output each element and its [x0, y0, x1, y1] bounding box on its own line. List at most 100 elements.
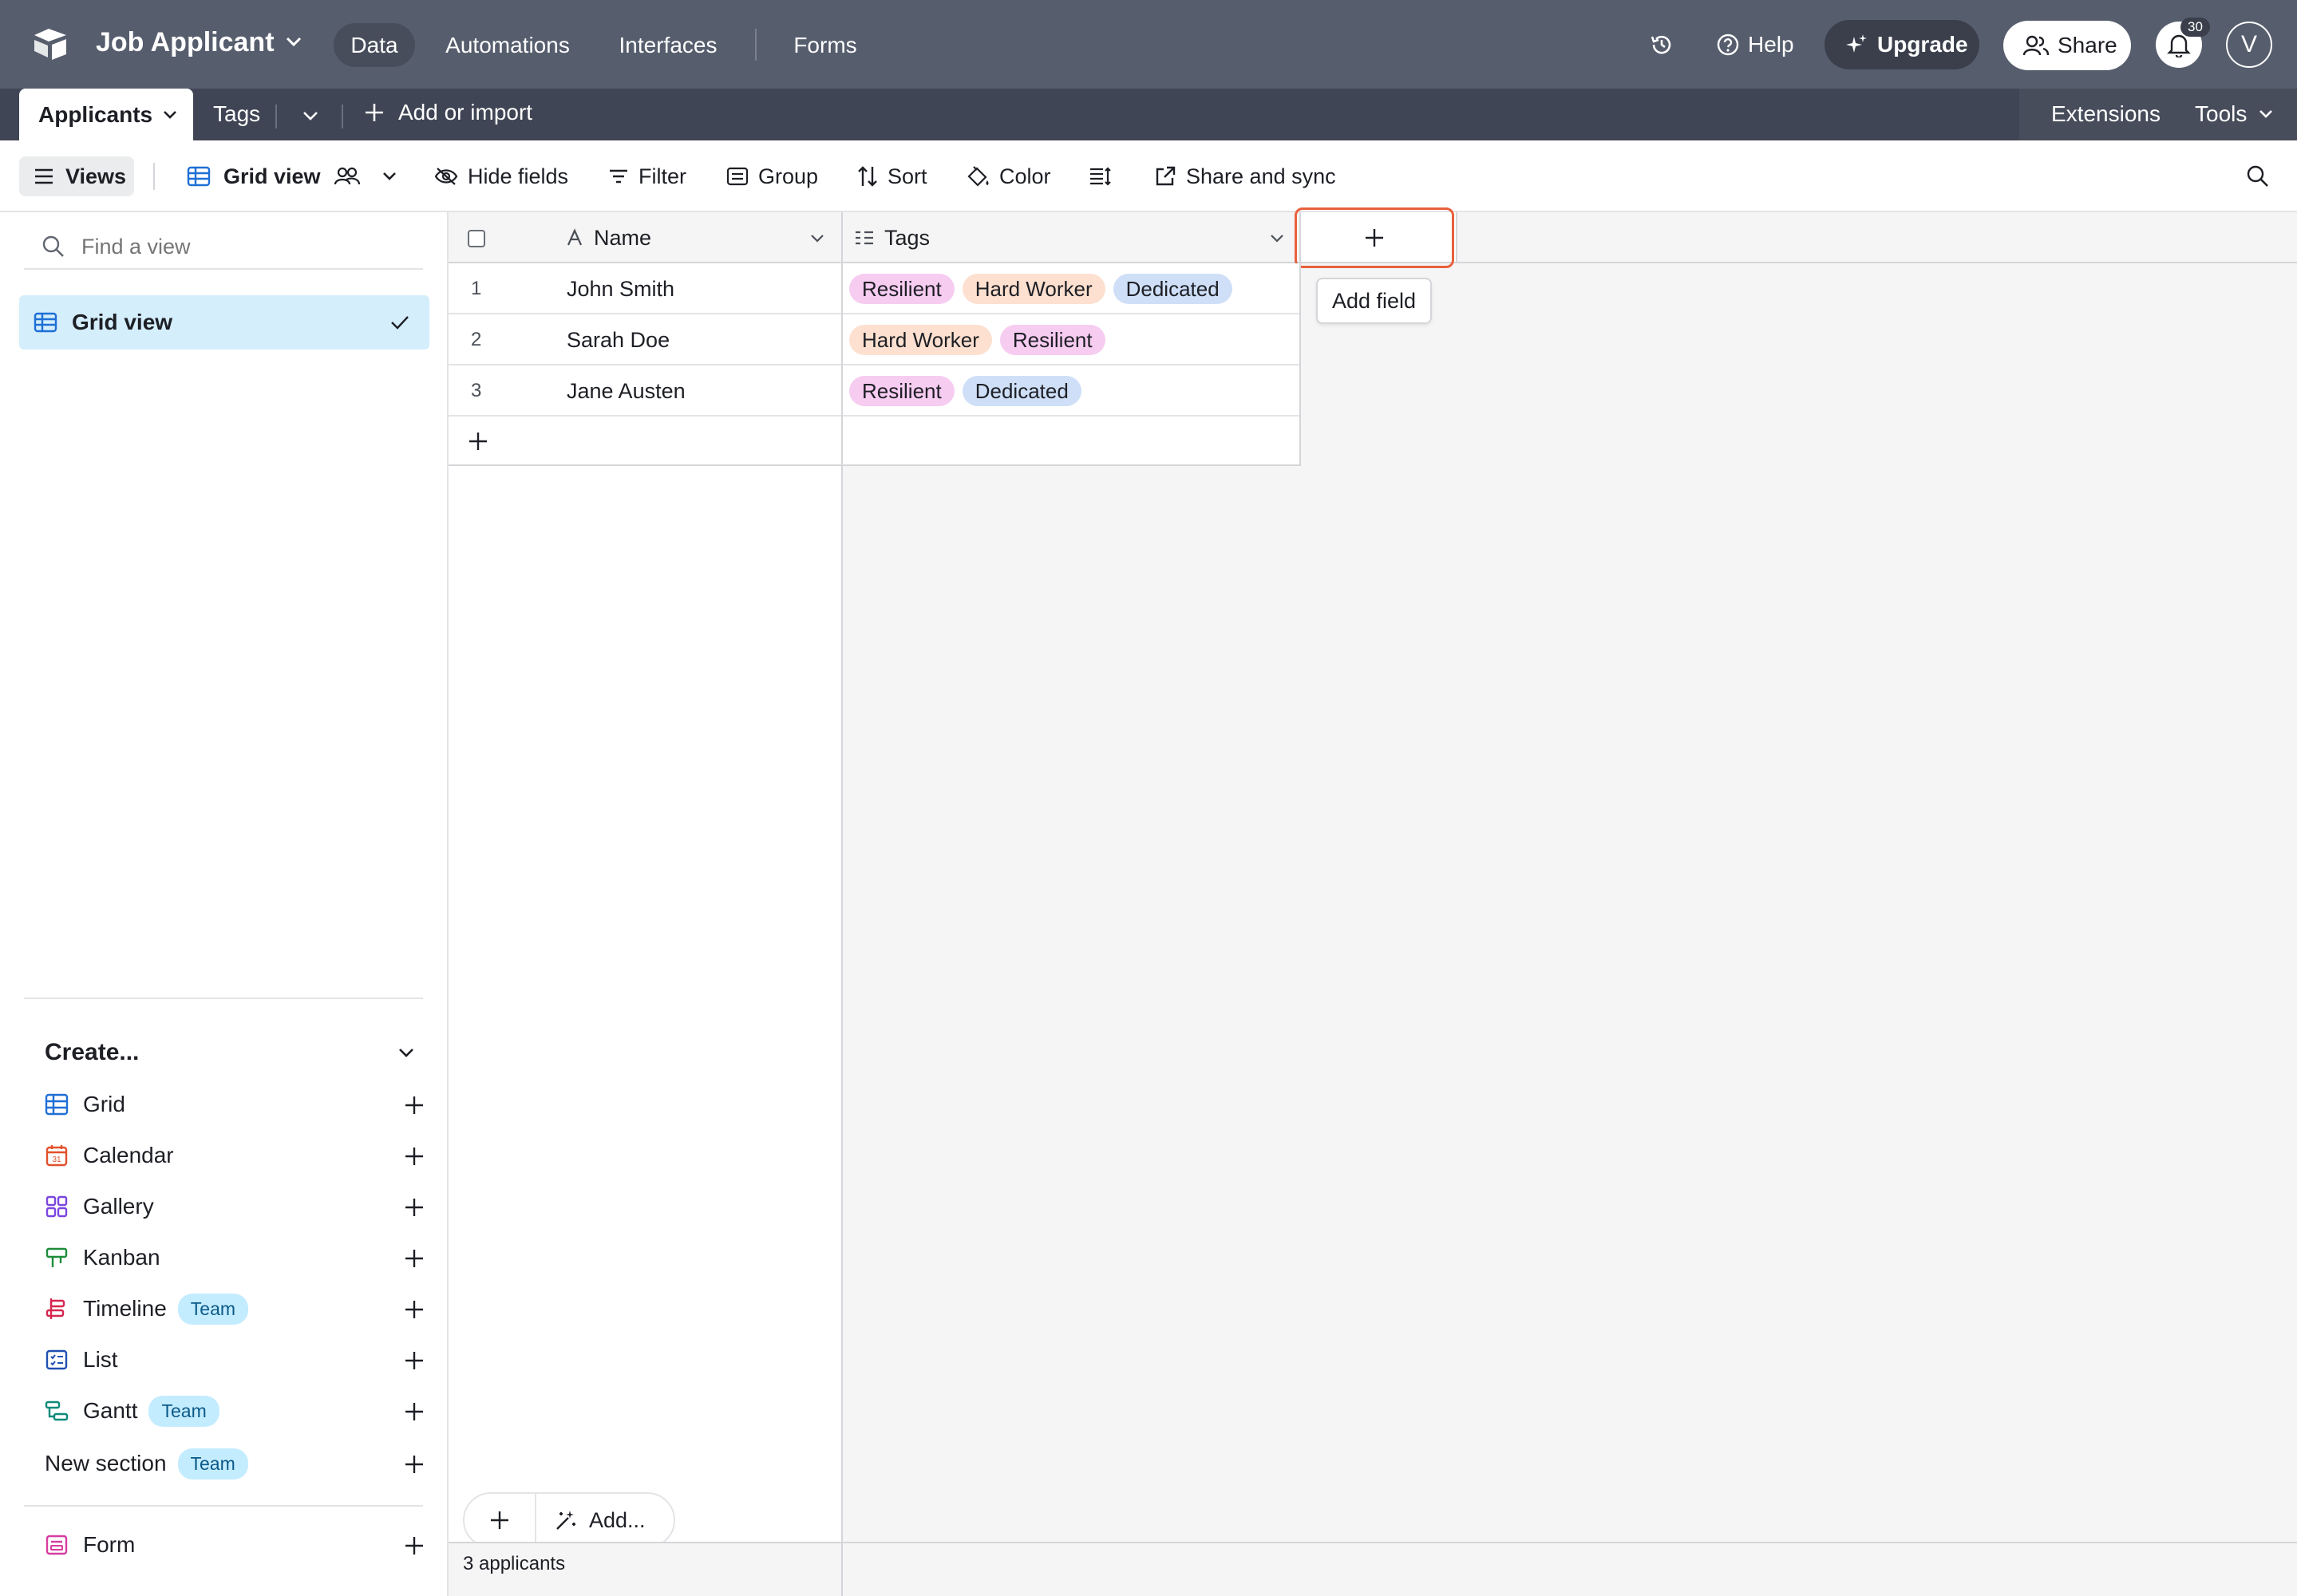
create-new-section[interactable]: New section Team: [45, 1438, 425, 1489]
column-menu-chevron-icon[interactable]: [1269, 233, 1285, 244]
help-icon: [1717, 34, 1739, 56]
nav-automations[interactable]: Automations: [435, 23, 580, 67]
plus-icon: [469, 433, 487, 450]
find-view-input[interactable]: [81, 234, 401, 259]
create-list[interactable]: List: [45, 1334, 425, 1385]
table-row[interactable]: 2 Sarah Doe Hard Worker Resilient: [449, 314, 1301, 365]
add-record-button[interactable]: [465, 1494, 536, 1547]
base-name[interactable]: Job Applicant: [96, 27, 275, 58]
record-count: 3 applicants: [463, 1553, 566, 1574]
group-button[interactable]: Group: [726, 140, 818, 212]
help-button[interactable]: Help: [1716, 32, 1794, 57]
plus-icon: [405, 1096, 423, 1114]
kanban-icon: [45, 1247, 68, 1267]
tags-cell[interactable]: Hard Worker Resilient: [849, 314, 1113, 365]
airtable-logo-icon[interactable]: [32, 27, 69, 61]
row-number: 3: [471, 380, 482, 401]
filter-label: Filter: [638, 164, 686, 188]
create-form[interactable]: Form: [45, 1519, 425, 1570]
create-item-label: Gallery: [83, 1194, 154, 1219]
view-name: Grid view: [223, 164, 321, 188]
create-item-label: Form: [83, 1532, 136, 1557]
avatar[interactable]: V: [2226, 22, 2272, 68]
table-row[interactable]: 3 Jane Austen Resilient Dedicated: [449, 365, 1301, 417]
filter-button[interactable]: Filter: [608, 140, 686, 212]
nav-data[interactable]: Data: [334, 23, 415, 67]
team-badge: Team: [177, 1293, 249, 1325]
group-icon: [726, 167, 749, 186]
views-toggle-button[interactable]: Views: [19, 156, 134, 196]
column-divider: [841, 263, 843, 466]
create-item-label: Kanban: [83, 1245, 160, 1270]
create-section-toggle[interactable]: Create...: [45, 1025, 425, 1080]
team-badge: Team: [177, 1448, 248, 1479]
tools-button[interactable]: Tools: [2195, 101, 2274, 127]
all-tables-chevron-icon[interactable]: [302, 110, 319, 121]
tab-divider: [275, 105, 277, 128]
tab-tags[interactable]: Tags: [213, 101, 260, 127]
multiselect-field-icon: [856, 231, 873, 245]
find-view-search[interactable]: [24, 225, 423, 270]
hide-fields-button[interactable]: Hide fields: [434, 140, 568, 212]
column-menu-chevron-icon[interactable]: [809, 233, 825, 244]
add-record-pill: Add...: [463, 1492, 675, 1548]
color-button[interactable]: Color: [966, 140, 1051, 212]
chevron-down-icon: [164, 110, 177, 119]
create-gantt[interactable]: Gantt Team: [45, 1385, 425, 1436]
tab-applicants[interactable]: Applicants: [19, 89, 193, 140]
add-record-row[interactable]: [449, 417, 1301, 466]
create-calendar[interactable]: 31 Calendar: [45, 1130, 425, 1181]
plus-icon: [405, 1250, 423, 1267]
chevron-down-icon[interactable]: [285, 36, 302, 47]
group-label: Group: [758, 164, 819, 188]
add-or-import-button[interactable]: Add or import: [363, 100, 532, 125]
filter-icon: [610, 169, 627, 184]
view-item-grid-view[interactable]: Grid view: [19, 295, 429, 350]
plus-icon: [405, 1403, 423, 1420]
grid-area: Name Tags Add field 1 John Smith Resilie…: [449, 207, 2297, 1596]
upgrade-label: Upgrade: [1877, 32, 1968, 57]
plus-icon: [491, 1511, 508, 1529]
chevron-down-icon: [399, 1049, 413, 1057]
create-kanban[interactable]: Kanban: [45, 1232, 425, 1283]
name-cell[interactable]: John Smith: [567, 263, 674, 314]
column-header-tags[interactable]: Tags: [854, 212, 930, 263]
tags-cell[interactable]: Resilient Hard Worker Dedicated: [849, 263, 1240, 314]
menu-icon: [35, 168, 53, 184]
nav-interfaces[interactable]: Interfaces: [607, 23, 729, 67]
name-cell[interactable]: Jane Austen: [567, 365, 686, 417]
column-header-name[interactable]: Name: [565, 212, 651, 263]
row-height-button[interactable]: [1089, 140, 1113, 212]
share-and-sync-button[interactable]: Share and sync: [1154, 140, 1336, 212]
create-gallery[interactable]: Gallery: [45, 1181, 425, 1232]
tag-chip: Dedicated: [1113, 274, 1232, 304]
nav-forms[interactable]: Forms: [781, 23, 870, 67]
table-row[interactable]: 1 John Smith Resilient Hard Worker Dedicat…: [449, 263, 1301, 314]
tag-chip: Resilient: [849, 376, 955, 406]
tags-cell[interactable]: Resilient Dedicated: [849, 365, 1089, 417]
share-button[interactable]: Share: [2003, 21, 2131, 70]
tools-label: Tools: [2195, 101, 2248, 126]
sort-label: Sort: [888, 164, 927, 188]
create-timeline[interactable]: Timeline Team: [45, 1283, 425, 1334]
grid-icon: [187, 166, 211, 187]
select-all-checkbox[interactable]: [468, 230, 485, 247]
plus-icon: [405, 1352, 423, 1369]
view-switcher[interactable]: Grid view: [187, 140, 397, 212]
plus-icon: [405, 1148, 423, 1165]
team-badge: Team: [148, 1395, 219, 1427]
sort-button[interactable]: Sort: [857, 140, 927, 212]
column-name-label: Name: [594, 225, 652, 250]
create-grid[interactable]: Grid: [45, 1079, 425, 1130]
name-cell[interactable]: Sarah Doe: [567, 314, 670, 365]
add-field-button[interactable]: [1295, 207, 1454, 268]
add-or-import-label: Add or import: [398, 100, 533, 124]
create-item-label: Gantt: [83, 1398, 138, 1423]
add-with-ai-button[interactable]: Add...: [554, 1508, 646, 1533]
extensions-button[interactable]: Extensions: [2051, 101, 2161, 127]
search-icon[interactable]: [2246, 164, 2270, 188]
history-icon[interactable]: [1649, 32, 1674, 57]
hide-fields-label: Hide fields: [468, 164, 569, 188]
row-height-icon: [1090, 167, 1111, 186]
upgrade-button[interactable]: Upgrade: [1825, 20, 1979, 69]
